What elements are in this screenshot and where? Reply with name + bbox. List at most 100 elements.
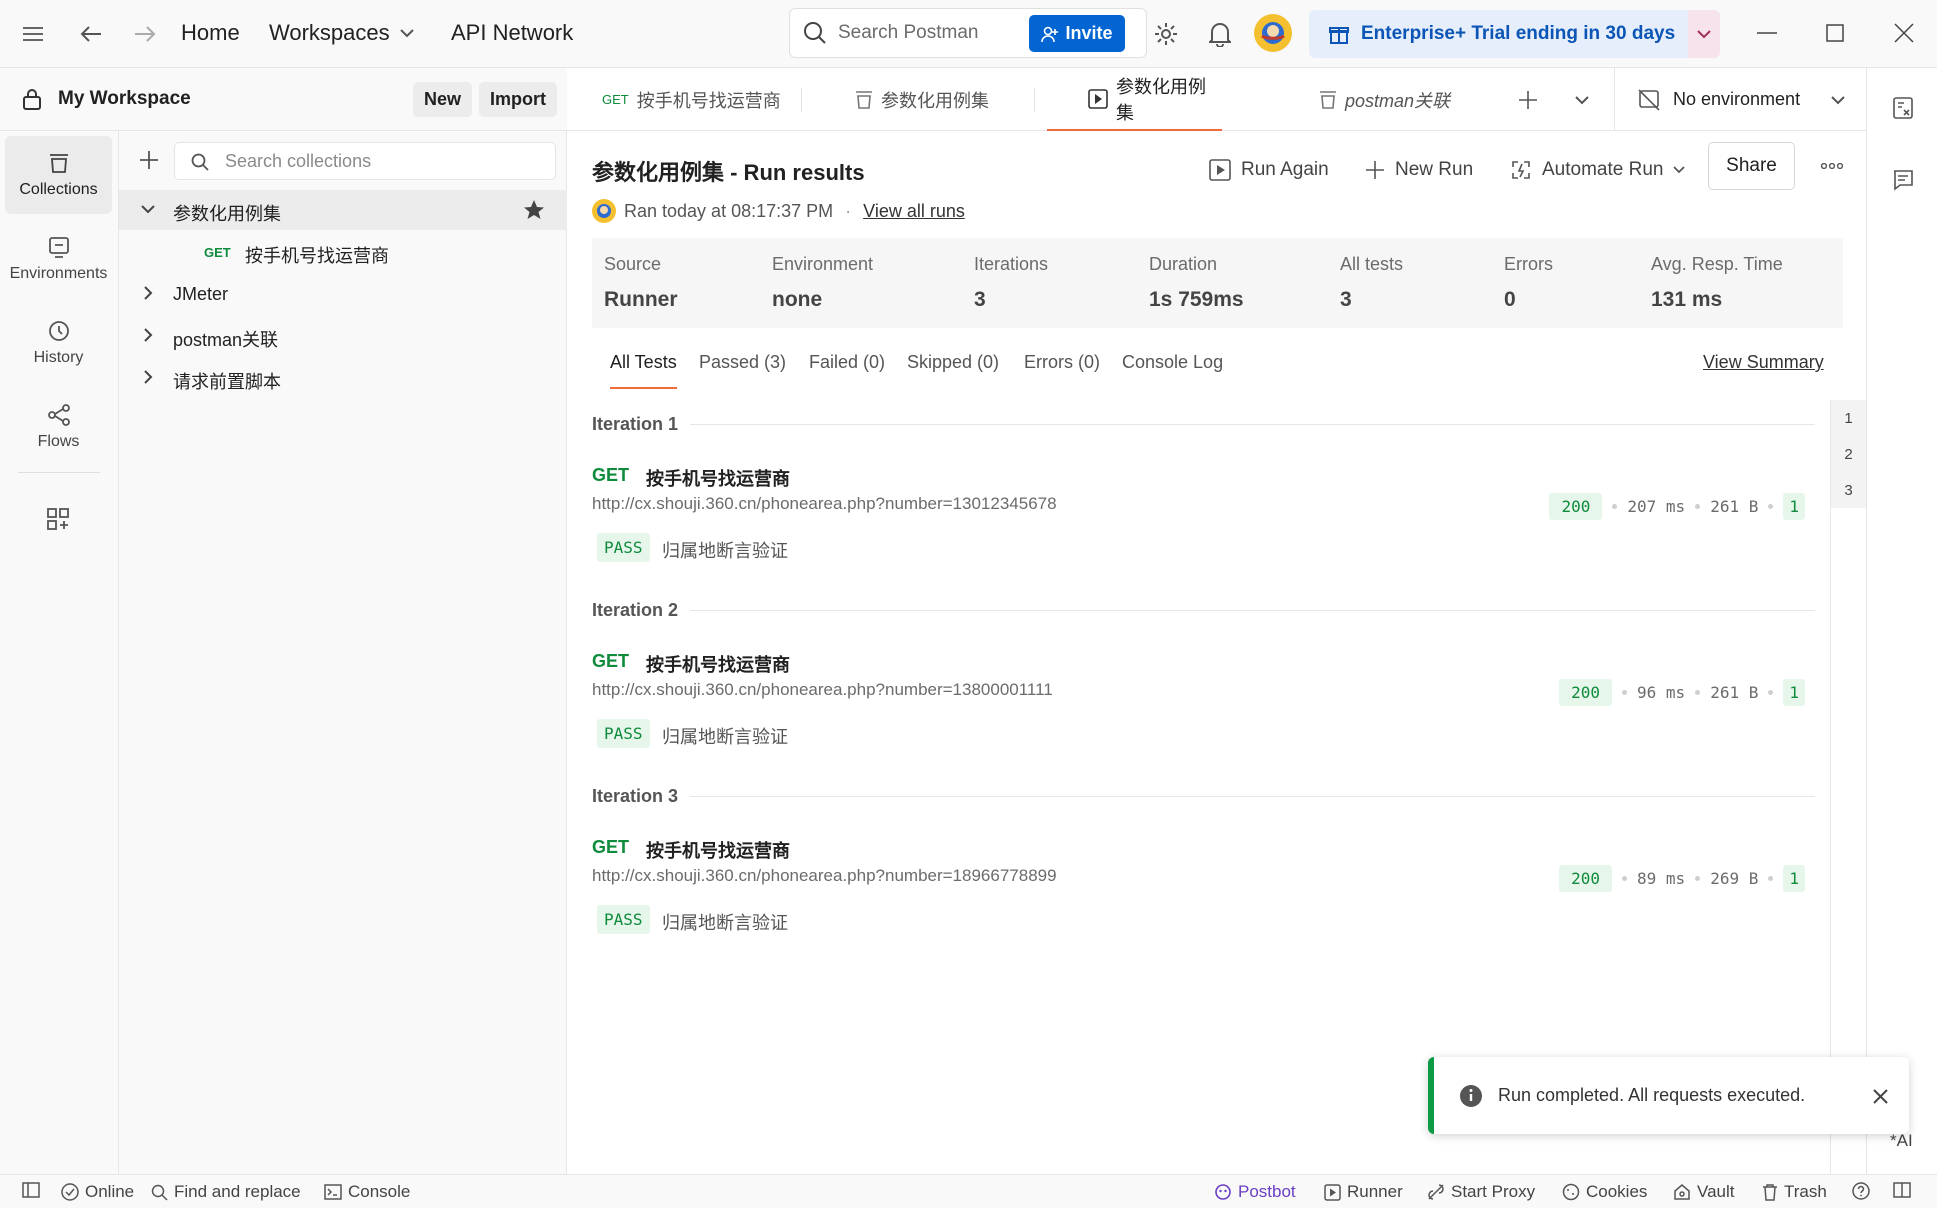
tab-request[interactable]: GET 按手机号找运营商 [602, 68, 781, 131]
back-arrow-icon[interactable] [76, 20, 106, 48]
response-size: 269 B [1710, 868, 1759, 888]
tab-divider [1034, 88, 1035, 112]
online-status[interactable]: Online [61, 1182, 134, 1202]
ai-label[interactable]: *AI [1890, 1131, 1913, 1151]
request-name[interactable]: 按手机号找运营商 [646, 837, 790, 863]
trial-menu-chevron-icon[interactable] [1688, 10, 1720, 58]
tab-passed[interactable]: Passed (3) [699, 352, 786, 373]
rail-environments[interactable]: Environments [5, 220, 112, 298]
workspace-header: My Workspace New Import [0, 68, 567, 131]
workspaces-menu[interactable]: Workspaces [269, 20, 414, 46]
request-name[interactable]: 按手机号找运营商 [646, 465, 790, 491]
stat-value: 131 ms [1651, 288, 1723, 311]
rail-collections[interactable]: Collections [5, 136, 112, 214]
minimize-window-icon[interactable] [1754, 20, 1780, 46]
console-label: Console [348, 1182, 411, 1201]
search-collections-input[interactable]: Search collections [174, 142, 556, 180]
share-button[interactable]: Share [1708, 142, 1795, 190]
request-name[interactable]: 按手机号找运营商 [646, 651, 790, 677]
api-network-link[interactable]: API Network [451, 20, 573, 46]
chevron-down-icon [1673, 166, 1686, 174]
tab-errors[interactable]: Errors (0) [1024, 352, 1100, 373]
close-window-icon[interactable] [1891, 20, 1917, 46]
stat-value: 3 [1340, 288, 1352, 311]
stat-value: 0 [1504, 288, 1516, 311]
environment-selector[interactable]: No environment [1614, 68, 1866, 131]
request-method: GET [592, 465, 630, 485]
close-icon[interactable] [1870, 1086, 1890, 1106]
right-rail: *AI [1866, 68, 1937, 1174]
view-summary-link[interactable]: View Summary [1703, 352, 1824, 373]
ran-info: Ran today at 08:17:37 PM · View all runs [592, 199, 965, 223]
find-replace-button[interactable]: Find and replace [151, 1182, 301, 1202]
pass-badge: PASS [597, 905, 650, 934]
star-icon[interactable] [523, 199, 545, 221]
vault-button[interactable]: Vault [1673, 1182, 1735, 1202]
home-link[interactable]: Home [181, 20, 240, 46]
avatar[interactable] [1254, 14, 1292, 52]
new-tab-plus-icon[interactable] [1516, 88, 1540, 112]
invite-button[interactable]: Invite [1029, 15, 1125, 52]
workspace-name[interactable]: My Workspace [58, 88, 191, 110]
postbot-button[interactable]: Postbot [1214, 1182, 1296, 1202]
postbot-icon [1214, 1183, 1232, 1201]
add-apps-icon[interactable] [43, 504, 73, 534]
tree-item-request[interactable]: GET 按手机号找运营商 [119, 232, 567, 272]
left-rail: Collections Environments History Flows [0, 68, 119, 1174]
info-icon [1459, 1084, 1483, 1108]
start-proxy-label: Start Proxy [1451, 1182, 1536, 1201]
iteration-index-item[interactable]: 2 [1831, 446, 1866, 463]
run-results-title: 参数化用例集 - Run results [592, 160, 865, 185]
separator-dot [1768, 875, 1774, 881]
trash-button[interactable]: Trash [1762, 1182, 1827, 1202]
tab-failed[interactable]: Failed (0) [809, 352, 885, 373]
menu-icon[interactable] [18, 20, 48, 48]
documentation-icon[interactable] [1889, 94, 1917, 122]
tree-item-collection[interactable]: JMeter [119, 274, 567, 314]
stat-value: none [772, 288, 823, 311]
chevron-right-icon [144, 286, 153, 300]
tree-item-collection[interactable]: postman关联 [119, 316, 567, 356]
tab-collection[interactable]: 参数化用例集 [855, 68, 989, 131]
vault-icon [1673, 1183, 1691, 1201]
start-proxy-button[interactable]: Start Proxy [1427, 1182, 1535, 1202]
tree-item-collection[interactable]: 请求前置脚本 [119, 358, 567, 398]
notifications-bell-icon[interactable] [1205, 19, 1235, 49]
tab-console-log[interactable]: Console Log [1122, 352, 1223, 373]
import-button[interactable]: Import [479, 82, 557, 117]
comments-icon[interactable] [1889, 166, 1917, 194]
request-method: GET [592, 651, 630, 671]
view-all-runs-link[interactable]: View all runs [863, 201, 965, 222]
forward-arrow-icon[interactable] [130, 20, 160, 48]
tab-skipped[interactable]: Skipped (0) [907, 352, 999, 373]
add-collection-plus-icon[interactable] [137, 148, 161, 172]
more-options-icon[interactable] [1819, 157, 1845, 175]
environments-icon [47, 235, 71, 259]
two-pane-view-icon[interactable] [1893, 1182, 1911, 1198]
cookies-button[interactable]: Cookies [1562, 1182, 1647, 1202]
iteration-index-item[interactable]: 1 [1831, 410, 1866, 427]
automate-run-button[interactable]: Automate Run [1510, 152, 1686, 188]
toggle-sidebar-icon[interactable] [22, 1182, 40, 1198]
console-button[interactable]: Console [324, 1182, 410, 1202]
settings-gear-icon[interactable] [1151, 19, 1181, 49]
help-icon[interactable] [1852, 1182, 1870, 1200]
tab-list-chevron-icon[interactable] [1570, 90, 1594, 110]
iteration-index-item[interactable]: 3 [1831, 482, 1866, 499]
tab-collection[interactable]: postman关联 [1319, 68, 1450, 131]
new-button[interactable]: New [413, 82, 472, 117]
tab-runner-active[interactable]: 参数化用例集 [1047, 68, 1222, 131]
tab-all-tests[interactable]: All Tests [610, 352, 677, 389]
flows-icon [47, 403, 71, 427]
run-again-button[interactable]: Run Again [1209, 152, 1329, 188]
new-run-button[interactable]: New Run [1365, 152, 1473, 188]
pass-badge: PASS [597, 719, 650, 748]
rail-history[interactable]: History [5, 304, 112, 382]
enterprise-trial-banner[interactable]: Enterprise+ Trial ending in 30 days [1309, 10, 1720, 58]
maximize-window-icon[interactable] [1822, 20, 1848, 46]
rail-flows[interactable]: Flows [5, 388, 112, 466]
runner-button[interactable]: Runner [1324, 1182, 1403, 1202]
search-icon [803, 21, 827, 45]
top-bar: Home Workspaces API Network Search Postm… [0, 0, 1937, 68]
tree-item-collection[interactable]: 参数化用例集 [119, 190, 567, 230]
